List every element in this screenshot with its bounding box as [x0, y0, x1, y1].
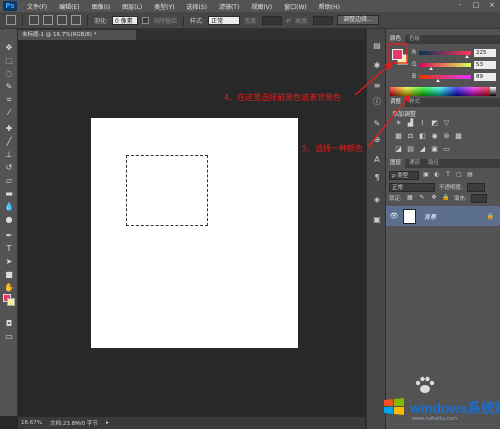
watermark: windows系统家园 www.ruihaitu.com [370, 375, 500, 429]
annotation-step5: 5、选择一种颜色 [302, 144, 364, 153]
watermark-brand: windows系统家园 [410, 400, 500, 416]
foreground-color-box[interactable] [392, 49, 403, 60]
arrow-step5 [367, 93, 411, 148]
arrow-step4 [354, 62, 393, 96]
annotation-arrows [354, 43, 411, 148]
windows-logo-icon [384, 398, 404, 415]
annotation-step4: 4、在这里选择前景色或者背景色 [224, 93, 342, 102]
watermark-url: www.ruihaitu.com [412, 416, 458, 422]
paw-logo-icon [415, 376, 435, 393]
